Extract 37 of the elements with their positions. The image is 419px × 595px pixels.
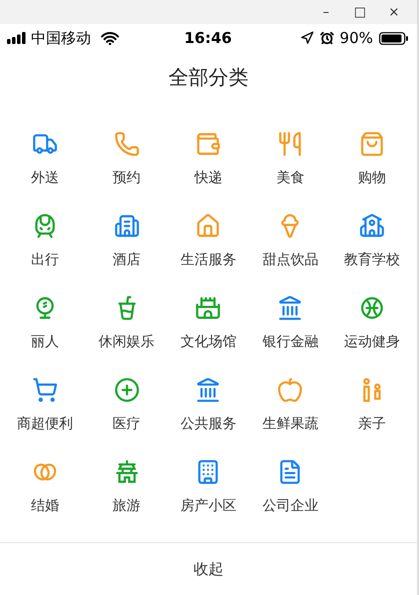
category-item[interactable]: 生鲜果蔬 [262, 377, 318, 433]
category-item[interactable]: 甜点饮品 [262, 213, 318, 269]
category-item[interactable]: 运动健身 [344, 295, 400, 351]
category-item[interactable]: 结婚 [30, 459, 59, 515]
battery-icon [379, 32, 409, 44]
location-arrow-icon [300, 31, 314, 45]
maximize-button[interactable]: □ [343, 0, 377, 24]
category-item[interactable]: 生活服务 [180, 213, 236, 269]
category-item[interactable]: 快递 [194, 131, 222, 187]
wifi-icon [101, 32, 119, 44]
carrier-name: 中国移动 [31, 28, 91, 48]
page-title: 全部分类 [168, 64, 248, 91]
category-item[interactable]: 教育学校 [344, 213, 400, 269]
category-item[interactable]: 银行金融 [262, 295, 318, 351]
battery-percent: 90% [340, 29, 373, 47]
category-item[interactable]: 丽人 [30, 295, 59, 351]
status-time: 16:46 [184, 29, 232, 47]
signal-icon [7, 32, 27, 44]
category-item[interactable]: 预约 [112, 131, 141, 187]
close-button[interactable]: × [377, 0, 411, 24]
category-item[interactable]: 亲子 [358, 377, 386, 433]
category-item[interactable]: 外送 [30, 131, 59, 187]
category-item[interactable]: 文化场馆 [180, 295, 236, 351]
category-item[interactable]: 旅游 [112, 459, 141, 515]
minimize-button[interactable]: – [309, 0, 343, 24]
alarm-icon [320, 31, 334, 45]
category-item[interactable]: 商超便利 [16, 377, 73, 433]
category-item[interactable]: 休闲娱乐 [98, 295, 155, 351]
category-item[interactable]: 酒店 [112, 213, 141, 269]
category-item[interactable]: 购物 [358, 131, 386, 187]
collapse-button[interactable]: 收起 [186, 556, 232, 582]
category-item[interactable]: 公共服务 [180, 377, 236, 433]
category-item[interactable]: 出行 [30, 213, 59, 269]
category-item[interactable]: 公司企业 [262, 459, 318, 515]
category-item[interactable]: 房产小区 [180, 459, 236, 515]
category-item[interactable]: 医疗 [112, 377, 141, 433]
category-item[interactable]: 美食 [276, 131, 304, 187]
